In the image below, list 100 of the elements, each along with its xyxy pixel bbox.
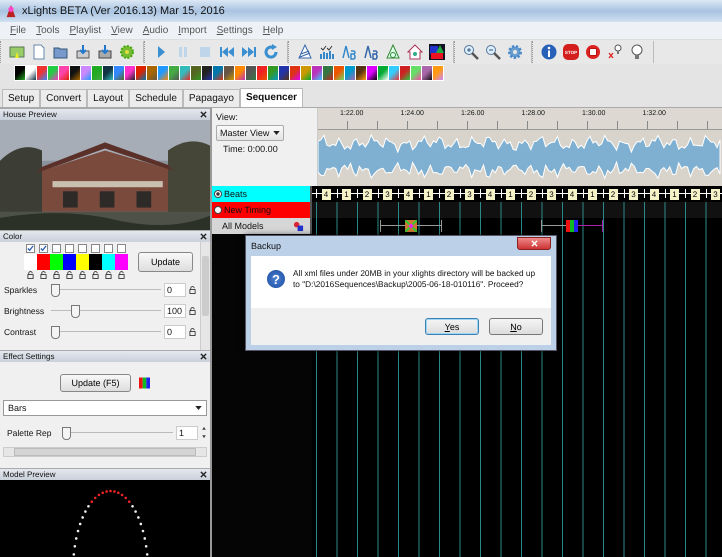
menu-item[interactable]: File [10,25,26,36]
beat-label[interactable]: 3 [629,188,638,200]
checkbox[interactable] [104,244,113,253]
lock-icon[interactable] [92,271,99,279]
close-icon[interactable] [200,111,207,118]
beat-label[interactable]: 4 [404,188,412,200]
checkbox[interactable] [52,244,61,253]
radio-button[interactable] [214,206,222,214]
beat-label[interactable]: 1 [424,188,433,200]
new-file-icon[interactable] [31,44,47,60]
effect-icon[interactable] [422,66,432,80]
save-icon[interactable] [75,44,91,60]
menu-item[interactable]: Tools [36,25,60,36]
checkbox[interactable] [65,244,74,253]
effect-icon[interactable] [70,66,80,80]
dialog-button[interactable]: Yes [425,318,479,335]
layout-icon[interactable] [429,44,445,60]
beat-label[interactable]: 2 [690,188,700,200]
lock-icon[interactable] [27,271,34,279]
value-field[interactable]: 1 [176,426,198,440]
lock-icon[interactable] [189,306,196,314]
save-as-icon[interactable] [97,44,113,60]
tab[interactable]: Papagayo [182,89,240,107]
rewind-icon[interactable] [219,44,235,60]
beat-label[interactable]: 2 [526,188,536,200]
effect-icon[interactable] [26,66,36,80]
tab[interactable]: Convert [40,89,88,107]
effect-icon[interactable] [356,66,366,80]
gear-icon[interactable] [119,44,135,60]
lock-icon[interactable] [118,271,125,279]
menu-item[interactable]: Playlist [69,25,102,36]
lock-icon[interactable] [40,271,47,279]
lock-icon[interactable] [189,286,196,294]
timing-track[interactable]: 4 1 2 3 4 1 2 3 4 1 2 3 4 1 2 3 4 1 2 3 [312,186,722,202]
color-swatch[interactable] [50,254,63,270]
slider-thumb[interactable] [51,326,60,338]
tab[interactable]: Layout [87,89,130,107]
color-swatch[interactable] [76,254,89,270]
menu-item[interactable]: View [111,25,133,36]
color-swatch[interactable] [37,254,50,270]
update-button[interactable]: Update [138,252,194,272]
beat-label[interactable]: 2 [362,188,372,200]
lock-icon[interactable] [105,271,112,279]
beat-label[interactable]: 3 [547,188,556,200]
checkbox[interactable] [91,244,100,253]
beat-label[interactable]: 1 [506,188,515,200]
checkbox[interactable] [26,244,35,253]
spin-arrows-icon[interactable] [201,426,207,439]
cone-icon[interactable] [297,44,313,60]
tab[interactable]: Sequencer [240,88,304,107]
beat-label[interactable]: 4 [322,188,330,200]
beat-label[interactable]: 1 [588,188,597,200]
menu-item[interactable]: Settings [216,25,253,36]
scrollbar[interactable] [200,242,210,350]
close-icon[interactable] [200,471,207,478]
color-swatch[interactable] [89,254,102,270]
menu-item[interactable]: Import [178,25,207,36]
settings-icon[interactable] [507,44,523,60]
effect-icon[interactable] [15,66,25,80]
close-icon[interactable] [200,233,207,240]
lock-icon[interactable] [189,328,196,336]
update-button[interactable]: Update (F5) [60,374,131,392]
beat-label[interactable]: 3 [711,188,720,200]
bulb-icon[interactable] [629,44,645,60]
color-swatch[interactable] [102,254,115,270]
color-swatch[interactable] [115,254,128,270]
value-field[interactable]: 0 [164,282,186,296]
color-swatch[interactable] [24,254,37,270]
effect-bar[interactable] [541,220,603,232]
scrollbar[interactable] [3,447,207,457]
zoom-out-icon[interactable] [485,44,501,60]
dialog-button[interactable]: No [489,318,543,335]
slider-thumb[interactable] [62,426,71,440]
timing-row-label[interactable]: Beats [212,186,312,202]
effect-icon[interactable] [367,66,377,80]
radio-button[interactable] [214,190,222,198]
info-icon[interactable] [541,44,557,60]
record-icon[interactable] [585,44,601,60]
beat-label[interactable]: 3 [383,188,392,200]
bars-icon[interactable] [319,44,335,60]
close-button[interactable] [517,237,551,250]
lock-icon[interactable] [53,271,60,279]
color-swatch[interactable] [63,254,76,270]
lock-icon[interactable] [79,271,86,279]
checkbox[interactable] [78,244,87,253]
model-row-label[interactable]: All Models [212,218,312,234]
menu-item[interactable]: Audio [142,25,168,36]
house-icon[interactable] [407,44,423,60]
effect-icon[interactable] [103,66,113,80]
effect-bar[interactable] [380,220,442,232]
menu-item[interactable]: Help [262,25,284,36]
beat-label[interactable]: 3 [465,188,474,200]
cone-icon[interactable] [385,44,401,60]
fast-forward-icon[interactable] [241,44,257,60]
beat-label[interactable]: 1 [342,188,351,200]
bulb-off-icon[interactable] [607,44,623,60]
effect-dropdown[interactable]: Bars [3,400,207,416]
timing-row-label[interactable]: New Timing [212,202,312,218]
effect-icon[interactable] [125,66,135,80]
tab[interactable]: Schedule [129,89,183,107]
